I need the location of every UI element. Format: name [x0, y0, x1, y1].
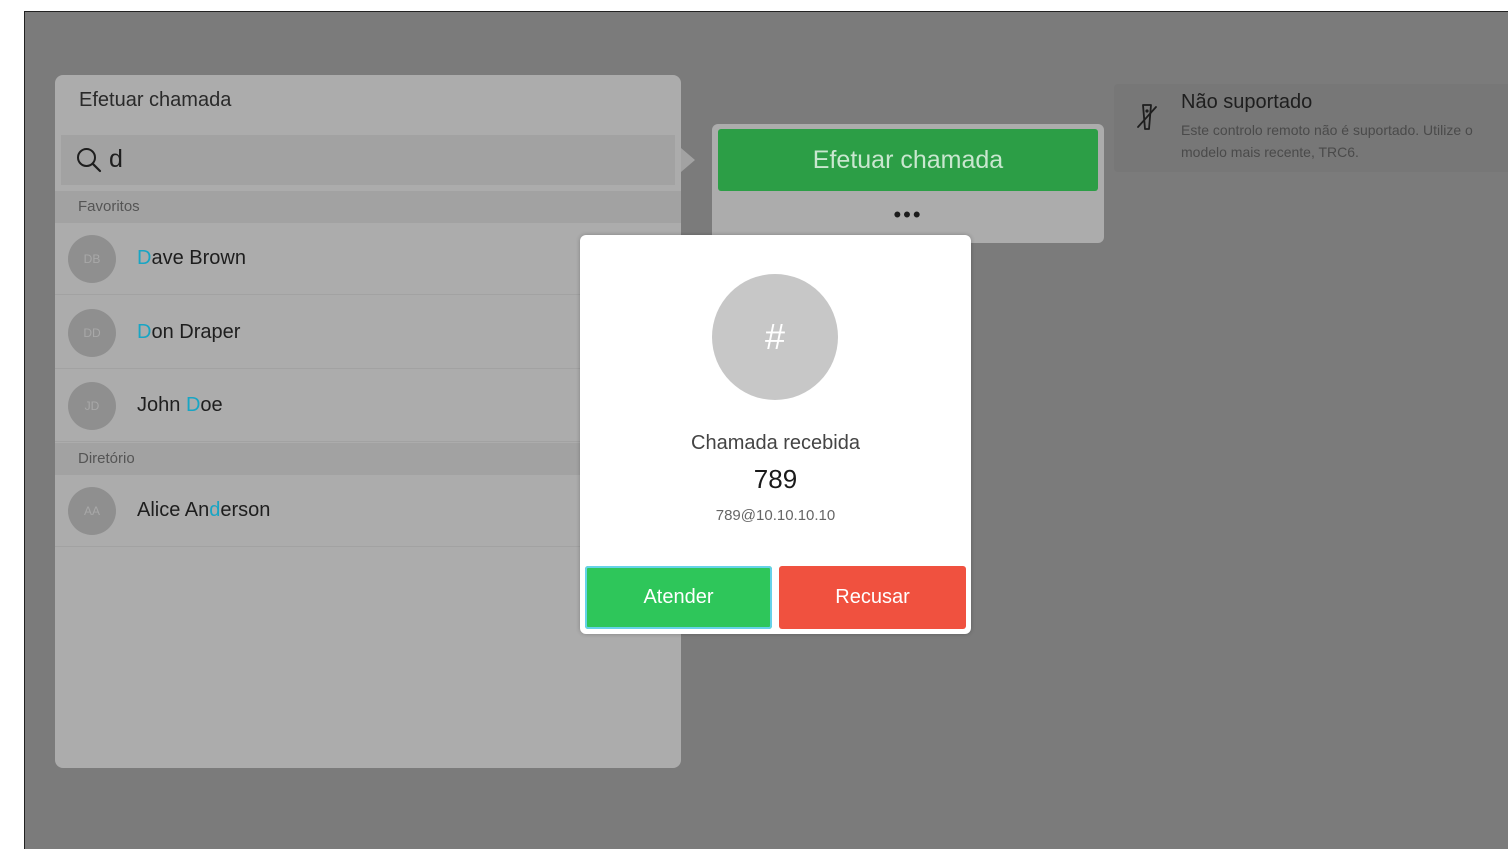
contact-name: John Doe — [137, 394, 223, 416]
caller-avatar: # — [712, 274, 838, 400]
avatar: AA — [68, 487, 116, 535]
match-highlight: d — [209, 499, 221, 521]
answer-button[interactable]: Atender — [585, 566, 772, 629]
remote-not-supported-icon — [1137, 104, 1157, 130]
incoming-call-label: Chamada recebida — [691, 432, 860, 454]
avatar: DD — [68, 309, 116, 357]
panel-title: Efetuar chamada — [79, 89, 232, 111]
contact-name: Dave Brown — [137, 247, 246, 269]
avatar: JD — [68, 382, 116, 430]
caller-uri: 789@10.10.10.10 — [715, 507, 836, 524]
not-supported-notice: Não suportado Este controlo remoto não é… — [1114, 84, 1508, 172]
avatar: DB — [68, 235, 116, 283]
contact-name: Alice Anderson — [137, 499, 271, 521]
match-highlight: D — [137, 247, 152, 269]
search-query[interactable]: d — [109, 145, 123, 174]
decline-button[interactable]: Recusar — [779, 566, 966, 629]
section-header-favoritos: Favoritos — [55, 191, 681, 223]
incoming-call-dialog: # Chamada recebida 789 789@10.10.10.10 A… — [580, 235, 971, 634]
caller-number: 789 — [753, 464, 798, 494]
notice-title: Não suportado — [1181, 91, 1313, 113]
call-action-panel: Efetuar chamada ••• — [712, 124, 1104, 243]
search-icon — [77, 148, 102, 173]
contact-name: Don Draper — [137, 321, 241, 343]
notice-text: Este controlo remoto não é suportado. Ut… — [1181, 122, 1473, 160]
make-call-button[interactable]: Efetuar chamada — [718, 129, 1098, 191]
panel-pointer — [681, 148, 695, 172]
search-input[interactable]: d — [61, 135, 675, 185]
match-highlight: D — [185, 394, 201, 416]
more-options-button[interactable]: ••• — [882, 204, 934, 232]
match-highlight: D — [137, 321, 152, 343]
